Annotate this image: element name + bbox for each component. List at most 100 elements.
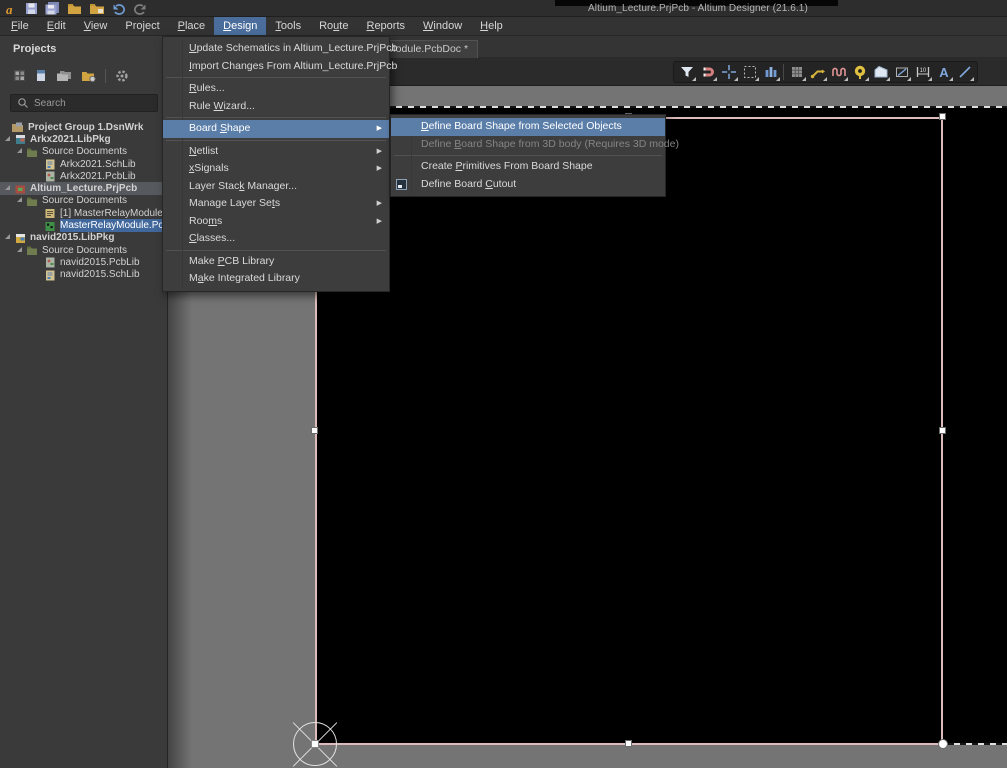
tree-item-navid2015-libpkg[interactable]: navid2015.LibPkg bbox=[0, 232, 167, 244]
tree-item-altium-lecture-prjpcb[interactable]: Altium_Lecture.PrjPcb bbox=[0, 182, 167, 194]
board-shape-outline[interactable] bbox=[315, 117, 943, 745]
filter-tool-button[interactable] bbox=[676, 62, 697, 82]
cursor-crosshair-tool-button[interactable] bbox=[718, 62, 739, 82]
route-meander-tool-button[interactable] bbox=[828, 62, 849, 82]
snap-magnet-tool-button[interactable] bbox=[697, 62, 718, 82]
menu-separator bbox=[394, 155, 662, 156]
document-icon[interactable] bbox=[35, 69, 47, 82]
tree-item-source-documents[interactable]: Source Documents bbox=[0, 244, 167, 256]
submenu-arrow-icon: ▶ bbox=[377, 160, 382, 178]
grid-tool-button[interactable] bbox=[786, 62, 807, 82]
menu-view[interactable]: View bbox=[75, 17, 117, 35]
save-icon[interactable] bbox=[25, 2, 38, 15]
menu-item-define-board-cutout[interactable]: Define Board Cutout bbox=[391, 176, 665, 194]
settings-gear-icon[interactable] bbox=[115, 69, 129, 83]
tree-item-navid2015-schlib[interactable]: navid2015.SchLib bbox=[0, 269, 167, 281]
structure-view-icon[interactable] bbox=[13, 69, 26, 82]
tree-item-arkx2021-pcblib[interactable]: Arkx2021.PcbLib bbox=[0, 170, 167, 182]
menu-edit[interactable]: Edit bbox=[38, 17, 75, 35]
polygon-pour-icon bbox=[873, 64, 889, 80]
menu-separator bbox=[166, 117, 386, 118]
menu-item-manage-layer-sets[interactable]: Manage Layer Sets▶ bbox=[163, 195, 389, 213]
menu-place[interactable]: Place bbox=[169, 17, 215, 35]
board-handle-mid-left[interactable] bbox=[311, 427, 318, 434]
menu-item-netlist[interactable]: Netlist▶ bbox=[163, 143, 389, 161]
tree-item-arkx2021-libpkg[interactable]: Arkx2021.LibPkg bbox=[0, 133, 167, 145]
menu-item-define-board-shape-from-selected[interactable]: Define Board Shape from Selected Objects bbox=[391, 118, 665, 136]
pad-stack-tool-button[interactable] bbox=[760, 62, 781, 82]
expand-arrow-icon[interactable] bbox=[17, 197, 22, 202]
menu-tools[interactable]: Tools bbox=[266, 17, 310, 35]
cursor-crosshair-icon bbox=[721, 64, 737, 80]
undo-icon[interactable] bbox=[112, 2, 126, 15]
room-tool-button[interactable] bbox=[891, 62, 912, 82]
search-input[interactable]: Search bbox=[10, 94, 158, 112]
line-tool-button[interactable] bbox=[954, 62, 975, 82]
menu-item-board-shape[interactable]: Board Shape▶ bbox=[163, 120, 389, 138]
altium-logo-icon[interactable]: a bbox=[5, 2, 18, 16]
select-area-tool-button[interactable] bbox=[739, 62, 760, 82]
board-handle-bottom-mid[interactable] bbox=[625, 740, 632, 747]
select-area-icon bbox=[742, 64, 758, 80]
menu-item-layer-stack-manager[interactable]: Layer Stack Manager... bbox=[163, 178, 389, 196]
menu-file[interactable]: File bbox=[2, 17, 38, 35]
menu-window[interactable]: Window bbox=[414, 17, 471, 35]
board-shape-submenu: Define Board Shape from Selected Objects… bbox=[390, 114, 666, 197]
tree-item-source-documents[interactable]: Source Documents bbox=[0, 146, 167, 158]
menu-item-xsignals[interactable]: xSignals▶ bbox=[163, 160, 389, 178]
route-wire-tool-button[interactable] bbox=[807, 62, 828, 82]
tree-item-project-group[interactable]: Project Group 1.DsnWrk bbox=[0, 121, 167, 133]
tree-item-masterrelaymodule-schdoc[interactable]: [1] MasterRelayModule.SchDoc bbox=[0, 207, 167, 219]
projects-panel: Projects Search Project Group 1.DsnWrk A… bbox=[0, 36, 168, 768]
via-tool-button[interactable] bbox=[849, 62, 870, 82]
menubar: File Edit View Project Place Design Tool… bbox=[0, 17, 1007, 36]
tree-item-masterrelaymodule-pcbdoc[interactable]: MasterRelayModule.PcbDoc bbox=[0, 219, 167, 231]
svg-text:10: 10 bbox=[919, 68, 926, 74]
tree-item-navid2015-pcblib[interactable]: navid2015.PcbLib bbox=[0, 256, 167, 268]
folder-icon bbox=[26, 195, 38, 207]
expand-arrow-icon[interactable] bbox=[17, 148, 22, 153]
expand-arrow-icon[interactable] bbox=[17, 247, 22, 252]
save-all-icon[interactable] bbox=[45, 2, 60, 15]
menu-item-classes[interactable]: Classes... bbox=[163, 230, 389, 248]
menu-item-rules[interactable]: Rules... bbox=[163, 80, 389, 98]
folder-icon bbox=[26, 146, 38, 158]
expand-arrow-icon[interactable] bbox=[5, 185, 10, 190]
board-handle-bottom-left[interactable] bbox=[311, 740, 319, 748]
menu-item-rule-wizard[interactable]: Rule Wizard... bbox=[163, 98, 389, 116]
pcblib-icon bbox=[44, 256, 56, 268]
expand-arrow-icon[interactable] bbox=[5, 136, 10, 141]
menu-project[interactable]: Project bbox=[116, 17, 168, 35]
text-string-tool-button[interactable]: A bbox=[933, 62, 954, 82]
folders-icon[interactable] bbox=[56, 69, 72, 82]
board-handle-bottom-right[interactable] bbox=[938, 739, 948, 749]
open-folder-icon[interactable] bbox=[81, 69, 96, 82]
menu-item-import-changes[interactable]: Import Changes From Altium_Lecture.PrjPc… bbox=[163, 58, 389, 76]
board-handle-mid-right[interactable] bbox=[939, 427, 946, 434]
redo-icon[interactable] bbox=[133, 2, 147, 15]
text-string-icon: A bbox=[936, 64, 952, 80]
open-project-icon[interactable] bbox=[89, 2, 105, 15]
dimension-tool-button[interactable]: 10 bbox=[912, 62, 933, 82]
tree-item-arkx2021-schlib[interactable]: Arkx2021.SchLib bbox=[0, 158, 167, 170]
menu-route[interactable]: Route bbox=[310, 17, 357, 35]
expand-arrow-icon[interactable] bbox=[5, 234, 10, 239]
menu-reports[interactable]: Reports bbox=[357, 17, 414, 35]
open-document-icon[interactable] bbox=[67, 2, 82, 15]
menu-item-create-primitives-from-board-shape[interactable]: Create Primitives From Board Shape bbox=[391, 158, 665, 176]
menu-help[interactable]: Help bbox=[471, 17, 512, 35]
route-wire-icon bbox=[810, 64, 826, 80]
menu-item-make-integrated-library[interactable]: Make Integrated Library bbox=[163, 270, 389, 288]
tree-item-source-documents[interactable]: Source Documents bbox=[0, 195, 167, 207]
dimension-icon: 10 bbox=[915, 64, 931, 80]
schdoc-icon bbox=[44, 207, 56, 219]
board-handle-top-right[interactable] bbox=[939, 113, 946, 120]
menu-item-rooms[interactable]: Rooms▶ bbox=[163, 213, 389, 231]
pcb-tool-group: 10 A bbox=[673, 61, 978, 83]
schlib-icon bbox=[44, 158, 56, 170]
menu-design[interactable]: Design bbox=[214, 17, 266, 35]
menu-item-make-pcb-library[interactable]: Make PCB Library bbox=[163, 253, 389, 271]
polygon-pour-tool-button[interactable] bbox=[870, 62, 891, 82]
menu-item-update-schematics[interactable]: Update Schematics in Altium_Lecture.PrjP… bbox=[163, 40, 389, 58]
svg-text:A: A bbox=[939, 65, 949, 80]
